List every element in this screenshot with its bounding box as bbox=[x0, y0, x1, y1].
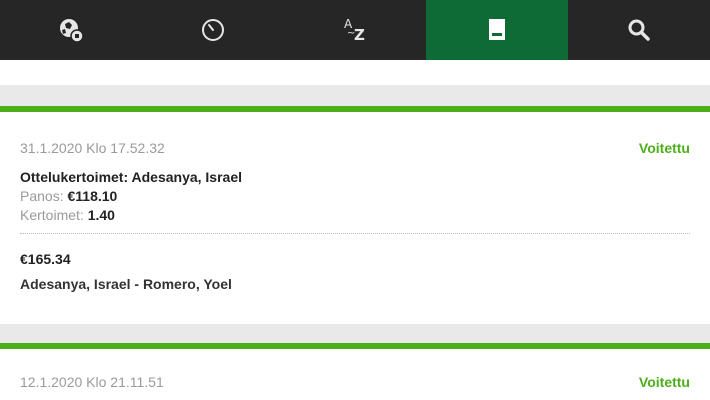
bet-card[interactable]: 12.1.2020 Klo 21.11.51 Voitettu bbox=[0, 343, 710, 400]
soccer-globe-icon bbox=[60, 19, 84, 43]
nav-search[interactable] bbox=[568, 0, 710, 60]
previous-card-bottom bbox=[0, 60, 710, 85]
az-sort-icon: A ~ Z bbox=[344, 17, 365, 44]
nav-sports[interactable] bbox=[0, 0, 142, 60]
betslip-icon bbox=[489, 19, 505, 40]
nav-live[interactable] bbox=[142, 0, 284, 60]
bet-status-badge: Voitettu bbox=[638, 374, 690, 390]
bet-card[interactable]: 31.1.2020 Klo 17.52.32 Voitettu Otteluke… bbox=[0, 106, 710, 324]
bet-status-badge: Voitettu bbox=[638, 140, 690, 156]
search-icon bbox=[628, 19, 650, 41]
top-navigation: A ~ Z bbox=[0, 0, 710, 60]
odds-value: 1.40 bbox=[87, 207, 115, 223]
nav-az[interactable]: A ~ Z bbox=[284, 0, 426, 60]
bet-date: 12.1.2020 Klo 21.11.51 bbox=[20, 374, 164, 390]
bet-market: Ottelukertoimet: Adesanya, Israel bbox=[20, 169, 243, 185]
event-name: Adesanya, Israel - Romero, Yoel bbox=[20, 276, 232, 292]
winnings-amount: €165.34 bbox=[20, 251, 71, 267]
bet-date: 31.1.2020 Klo 17.52.32 bbox=[20, 140, 165, 156]
stake-row: Panos: €118.10 bbox=[20, 188, 117, 204]
odds-row: Kertoimet: 1.40 bbox=[20, 207, 115, 223]
stake-label: Panos: bbox=[20, 188, 68, 204]
nav-betslip[interactable] bbox=[426, 0, 568, 60]
clock-icon bbox=[202, 19, 224, 41]
stake-value: €118.10 bbox=[67, 188, 118, 204]
divider bbox=[20, 233, 690, 234]
odds-label: Kertoimet: bbox=[20, 207, 88, 223]
